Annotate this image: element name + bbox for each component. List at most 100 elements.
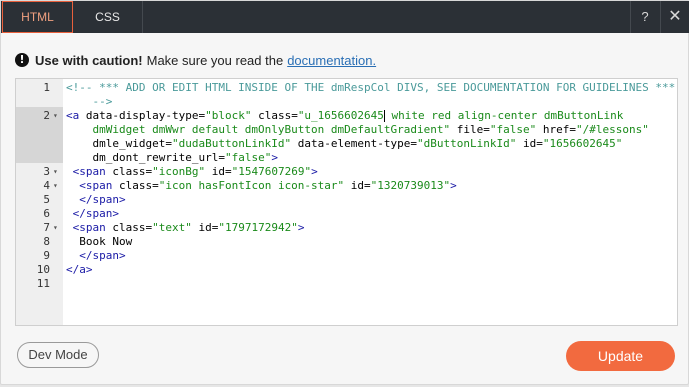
fold-arrow-icon[interactable]: ▾: [53, 179, 58, 193]
line-number: 3: [43, 165, 50, 178]
code-token: class=: [112, 221, 153, 234]
code-token: dm_dont_rewrite_url=: [66, 151, 225, 164]
code-line[interactable]: 3 ▾ <span class="iconBg" id="1547607269">: [16, 165, 677, 179]
documentation-link[interactable]: documentation.: [287, 53, 376, 68]
code-token: "1797172942": [218, 221, 298, 234]
code-token: "1547607269": [231, 165, 312, 178]
code-token: <span: [66, 221, 113, 234]
code-token: </a>: [66, 263, 93, 276]
code-token: <a: [66, 109, 86, 122]
code-token: "iconBg": [152, 165, 206, 178]
caution-text: Make sure you read the: [146, 52, 284, 68]
code-token: "false": [489, 123, 537, 136]
code-text: Book Now: [66, 235, 132, 249]
code-line[interactable]: 8 Book Now: [16, 235, 677, 249]
code-line[interactable]: dm_dont_rewrite_url="false">: [16, 151, 677, 165]
code-line[interactable]: dmWidget dmWwr default dmOnlyButton dmDe…: [16, 123, 677, 137]
line-number: 7: [43, 221, 50, 234]
tab-html[interactable]: HTML: [2, 1, 73, 33]
code-text: </span>: [66, 249, 126, 263]
line-number: 6: [43, 207, 50, 220]
code-text: dmWidget dmWwr default dmOnlyButton dmDe…: [66, 123, 649, 137]
code-line[interactable]: 9 </span>: [16, 249, 677, 263]
code-token: <span: [66, 165, 113, 178]
code-token: "false": [224, 151, 272, 164]
code-token: "dButtonLinkId": [417, 137, 517, 150]
code-token: </span>: [66, 249, 126, 262]
code-token: <span: [66, 179, 119, 192]
code-text: </a>: [66, 263, 93, 277]
exclamation-icon: !: [15, 53, 29, 67]
html-editor-dialog: HTML CSS ? ✕ ! Use with caution! Make su…: [0, 0, 689, 385]
code-token: id=: [516, 137, 543, 150]
caution-bold-text: Use with caution!: [35, 52, 143, 68]
code-token: <!-- *** ADD OR EDIT HTML INSIDE OF THE …: [66, 81, 676, 94]
code-text: dm_dont_rewrite_url="false">: [66, 151, 278, 165]
fold-arrow-icon[interactable]: ▾: [53, 221, 58, 235]
code-token: -->: [66, 95, 113, 108]
line-number: 1: [43, 81, 50, 94]
code-token: >: [297, 221, 305, 234]
dev-mode-button[interactable]: Dev Mode: [17, 342, 99, 368]
code-token: </span>: [66, 193, 126, 206]
code-token: class=: [251, 109, 298, 122]
code-text: -->: [66, 95, 112, 109]
code-line[interactable]: 1 <!-- *** ADD OR EDIT HTML INSIDE OF THE…: [16, 81, 677, 95]
code-text: </span>: [66, 207, 119, 221]
code-token: "block": [205, 109, 252, 122]
code-line[interactable]: 10 </a>: [16, 263, 677, 277]
tab-css[interactable]: CSS: [73, 1, 143, 33]
code-text: <span class="text" id="1797172942">: [66, 221, 305, 235]
code-text: </span>: [66, 193, 126, 207]
caution-notice: ! Use with caution! Make sure you read t…: [15, 51, 376, 69]
code-token: "1656602645": [542, 137, 623, 150]
code-token: class=: [112, 165, 153, 178]
line-number: 2: [43, 109, 50, 122]
fold-arrow-icon[interactable]: ▾: [53, 165, 58, 179]
line-number: 10: [36, 263, 50, 276]
code-lines[interactable]: 1 <!-- *** ADD OR EDIT HTML INSIDE OF THE…: [16, 81, 677, 291]
code-token: </span>: [66, 207, 119, 220]
code-token: dmWidget dmWwr default dmOnlyButton dmDe…: [66, 123, 451, 136]
code-token: id=: [344, 179, 371, 192]
code-token: >: [271, 151, 278, 164]
code-token: id=: [205, 165, 232, 178]
close-icon[interactable]: ✕: [660, 1, 689, 33]
code-line[interactable]: 2 ▾ <a data-display-type="block" class="u_…: [16, 109, 677, 123]
code-text: <span class="iconBg" id="1547607269">: [66, 165, 318, 179]
code-token: file=: [450, 123, 490, 136]
line-number: 5: [43, 193, 50, 206]
code-line[interactable]: -->: [16, 95, 677, 109]
tab-bar: HTML CSS ? ✕: [1, 1, 689, 33]
code-token: "u_1656602645: [297, 109, 384, 122]
code-line[interactable]: 4 ▾ <span class="icon hasFontIcon icon-st…: [16, 179, 677, 193]
line-number: 4: [43, 179, 50, 192]
code-token: "/#lessons": [575, 123, 649, 136]
code-text: <!-- *** ADD OR EDIT HTML INSIDE OF THE …: [66, 81, 675, 95]
code-text: dmle_widget="dudaButtonLinkId" data-elem…: [66, 137, 622, 151]
code-line[interactable]: 7 ▾ <span class="text" id="1797172942">: [16, 221, 677, 235]
code-line[interactable]: 6 </span>: [16, 207, 677, 221]
code-line[interactable]: 5 </span>: [16, 193, 677, 207]
code-token: "icon hasFontIcon icon-star": [158, 179, 345, 192]
line-number: 9: [43, 249, 50, 262]
code-token: "1320739013": [370, 179, 451, 192]
line-number: 11: [36, 277, 50, 290]
code-token: dmle_widget=: [66, 137, 172, 150]
code-token: data-display-type=: [85, 109, 206, 122]
code-token: Book Now: [66, 235, 133, 248]
code-token: white red align-center dmButtonLink: [384, 109, 624, 122]
code-token: class=: [118, 179, 159, 192]
code-token: "text": [152, 221, 192, 234]
update-button[interactable]: Update: [566, 341, 675, 371]
code-line[interactable]: dmle_widget="dudaButtonLinkId" data-elem…: [16, 137, 677, 151]
code-token: >: [311, 165, 318, 178]
code-token: href=: [536, 123, 576, 136]
code-text: <a data-display-type="block" class="u_16…: [66, 109, 623, 123]
help-icon[interactable]: ?: [630, 1, 659, 33]
code-editor[interactable]: 1 <!-- *** ADD OR EDIT HTML INSIDE OF THE…: [15, 78, 678, 326]
code-line[interactable]: 11: [16, 277, 677, 291]
line-number: 8: [43, 235, 50, 248]
code-token: data-element-type=: [291, 137, 418, 150]
fold-arrow-icon[interactable]: ▾: [53, 109, 58, 123]
